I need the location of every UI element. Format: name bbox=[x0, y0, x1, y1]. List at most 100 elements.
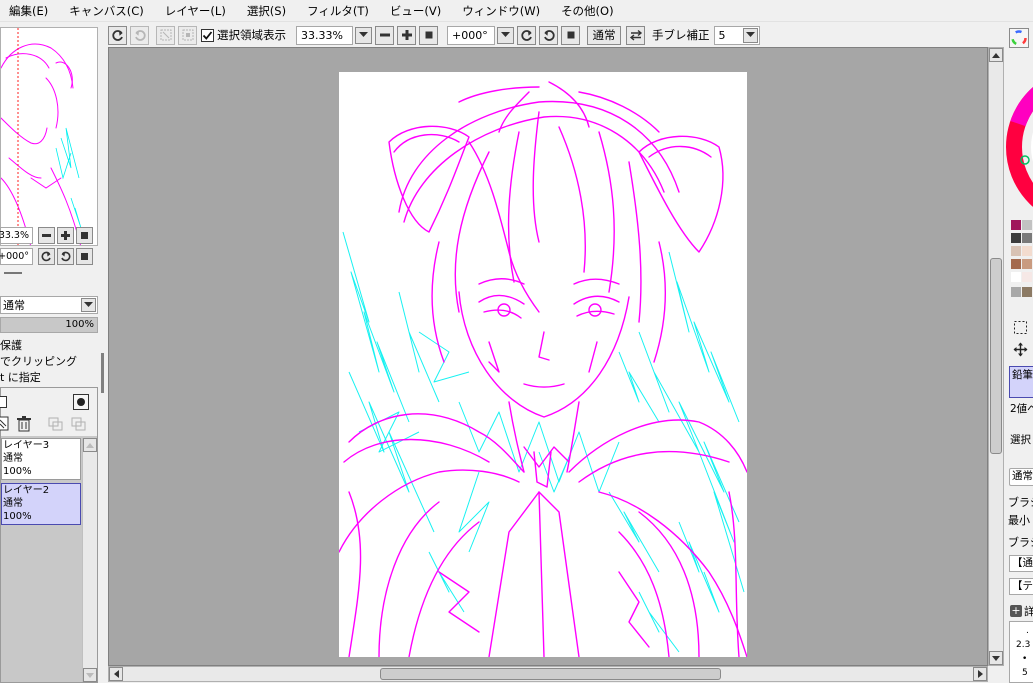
canvas-horizontal-scrollbar[interactable] bbox=[108, 666, 988, 682]
color-swatch[interactable] bbox=[1022, 272, 1032, 282]
zoom-in-button[interactable] bbox=[57, 227, 74, 244]
transfer-down-icon[interactable] bbox=[48, 417, 63, 431]
option-protect-opacity[interactable]: 保護 bbox=[0, 337, 22, 353]
plus-icon bbox=[61, 231, 70, 240]
rotate-left-button[interactable] bbox=[38, 248, 55, 265]
trash-icon[interactable] bbox=[16, 416, 32, 432]
menu-select[interactable]: 選択(S) bbox=[237, 0, 297, 22]
vertical-scroll-thumb[interactable] bbox=[990, 258, 1002, 454]
size-preset[interactable]: 5 bbox=[1022, 668, 1028, 678]
zoom-select[interactable]: 33.33% bbox=[296, 25, 353, 45]
layer-list-scrollbar[interactable] bbox=[82, 438, 97, 682]
layer-blend-mode-select[interactable]: 通常 bbox=[0, 296, 98, 314]
redo-button[interactable] bbox=[130, 25, 149, 45]
size-preset[interactable]: 2.3 bbox=[1016, 640, 1030, 650]
marquee-select-icon[interactable] bbox=[1013, 320, 1028, 335]
layer-item-layer2[interactable]: レイヤー2 通常 100% bbox=[1, 483, 81, 525]
selection-visible-toggle[interactable]: 選択領域表示 bbox=[201, 27, 286, 43]
brush-size-list[interactable]: . 2.3 • 5 bbox=[1009, 621, 1033, 683]
navigator-zoom-field[interactable]: 33.3% bbox=[0, 227, 33, 244]
scroll-down-icon[interactable] bbox=[989, 651, 1003, 665]
color-swatch[interactable] bbox=[1011, 259, 1021, 269]
rotate-right-button[interactable] bbox=[539, 25, 558, 45]
menu-canvas[interactable]: キャンバス(C) bbox=[59, 0, 155, 22]
layer-item-layer3[interactable]: レイヤー3 通常 100% bbox=[1, 438, 81, 480]
navigator-rotation-row: +000° bbox=[0, 248, 93, 265]
plus-icon bbox=[401, 30, 412, 40]
zoom-in-button[interactable] bbox=[397, 25, 416, 45]
merge-down-icon[interactable] bbox=[71, 417, 86, 431]
chevron-down-icon[interactable] bbox=[81, 298, 96, 312]
zoom-reset-button[interactable] bbox=[76, 227, 93, 244]
layer-opacity-slider[interactable]: 100% bbox=[0, 317, 98, 333]
drawing-canvas[interactable] bbox=[338, 72, 748, 658]
new-layer-icon[interactable] bbox=[0, 396, 7, 408]
color-swatch[interactable] bbox=[1022, 220, 1032, 230]
deselect-button[interactable] bbox=[156, 25, 175, 45]
rotation-reset-button[interactable] bbox=[76, 248, 93, 265]
menu-layer[interactable]: レイヤー(L) bbox=[155, 0, 237, 22]
brush-blend-mode-select[interactable]: 通常 bbox=[1009, 468, 1033, 486]
canvas-vertical-scrollbar[interactable] bbox=[988, 47, 1004, 666]
color-swatch[interactable] bbox=[1022, 246, 1032, 256]
color-swatch[interactable] bbox=[1022, 259, 1032, 269]
scroll-up-icon[interactable] bbox=[83, 438, 97, 452]
zoom-out-button[interactable] bbox=[375, 25, 394, 45]
color-swatch[interactable] bbox=[1011, 233, 1021, 243]
navigator-preview[interactable] bbox=[0, 27, 98, 246]
scroll-down-icon[interactable] bbox=[83, 668, 97, 682]
brush-shape-select[interactable]: 【通 bbox=[1009, 555, 1033, 572]
option-clipping[interactable]: でクリッピング bbox=[0, 353, 77, 369]
zoom-out-button[interactable] bbox=[38, 227, 55, 244]
color-swatch[interactable] bbox=[1022, 233, 1032, 243]
move-icon[interactable] bbox=[1013, 342, 1028, 357]
mask-toggle-icon[interactable] bbox=[73, 394, 89, 410]
detail-settings-toggle[interactable]: + 詳 bbox=[1010, 603, 1033, 619]
color-wheel-toggle[interactable] bbox=[1009, 28, 1029, 48]
color-swatch[interactable] bbox=[1011, 272, 1021, 282]
color-swatch[interactable] bbox=[1011, 246, 1021, 256]
undo-button[interactable] bbox=[108, 25, 127, 45]
layer-mode: 通常 bbox=[3, 453, 23, 464]
deselect-icon bbox=[160, 29, 171, 41]
blend-mode-button[interactable]: 通常 bbox=[587, 25, 621, 45]
rotate-right-button[interactable] bbox=[57, 248, 74, 265]
navigator-rotation-field[interactable]: +000° bbox=[0, 248, 33, 265]
menu-view[interactable]: ビュー(V) bbox=[380, 0, 452, 22]
rotation-select[interactable]: +000° bbox=[447, 25, 495, 45]
menu-filter[interactable]: フィルタ(T) bbox=[297, 0, 380, 22]
flip-horizontal-button[interactable] bbox=[626, 25, 645, 45]
option-selection-source[interactable]: t に指定 bbox=[0, 369, 41, 385]
horizontal-scroll-thumb[interactable] bbox=[380, 668, 721, 680]
size-preset[interactable]: . bbox=[1026, 626, 1029, 636]
canvas-viewport[interactable] bbox=[108, 47, 988, 666]
scroll-up-icon[interactable] bbox=[989, 48, 1003, 62]
size-preset[interactable]: • bbox=[1022, 654, 1027, 664]
menu-edit[interactable]: 編集(E) bbox=[0, 0, 59, 22]
navigator-slider-handle[interactable] bbox=[4, 272, 22, 274]
scroll-right-icon[interactable] bbox=[973, 667, 987, 681]
brush-texture-select[interactable]: 【テ bbox=[1009, 578, 1033, 595]
rotate-left-button[interactable] bbox=[517, 25, 536, 45]
zoom-reset-button[interactable] bbox=[419, 25, 438, 45]
chevron-down-icon[interactable] bbox=[742, 27, 758, 43]
invert-selection-button[interactable] bbox=[178, 25, 197, 45]
color-swatch[interactable] bbox=[1011, 287, 1021, 297]
rotation-reset-button[interactable] bbox=[561, 25, 580, 45]
tool-selection[interactable]: 選択 bbox=[1010, 432, 1031, 447]
menu-other[interactable]: その他(O) bbox=[551, 0, 625, 22]
hue-ring-color-picker[interactable] bbox=[1006, 67, 1033, 207]
checkbox-checked-icon[interactable] bbox=[201, 28, 214, 42]
layer-folder-icon[interactable] bbox=[0, 416, 9, 431]
navigator-thumbnail bbox=[1, 28, 82, 245]
color-swatch[interactable] bbox=[1022, 287, 1032, 297]
panel-splitter[interactable] bbox=[101, 353, 104, 393]
color-swatch[interactable] bbox=[1011, 220, 1021, 230]
tool-pencil[interactable]: 鉛筆 bbox=[1009, 366, 1033, 398]
scroll-left-icon[interactable] bbox=[109, 667, 123, 681]
tool-binary-pen[interactable]: 2値ペ bbox=[1010, 401, 1033, 416]
stabilizer-select[interactable]: 5 bbox=[713, 25, 760, 45]
chevron-down-icon[interactable] bbox=[497, 26, 514, 44]
menu-window[interactable]: ウィンドウ(W) bbox=[452, 0, 551, 22]
chevron-down-icon[interactable] bbox=[355, 26, 372, 44]
